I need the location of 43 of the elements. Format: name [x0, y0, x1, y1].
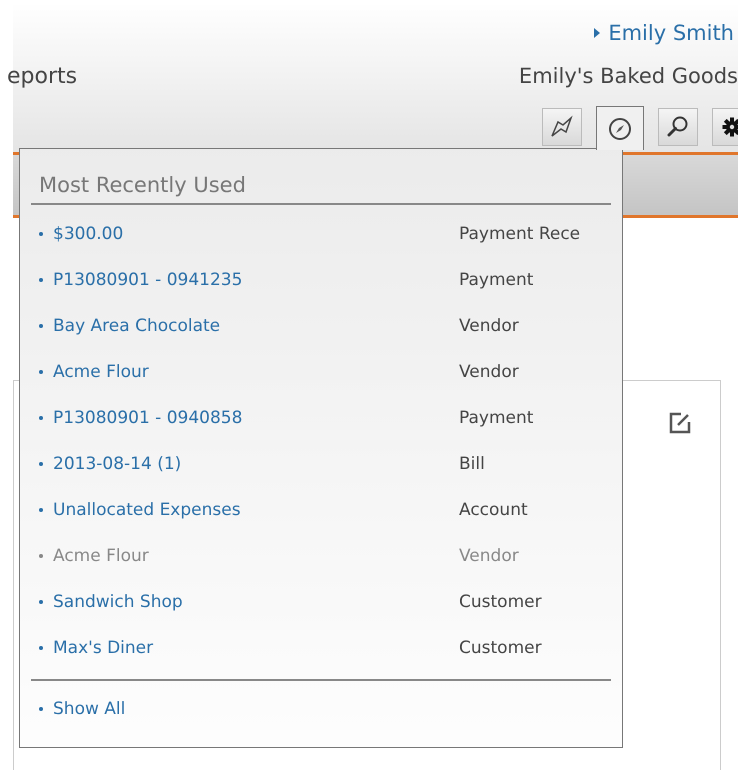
item-type: Payment	[459, 408, 534, 428]
caret-icon	[594, 28, 600, 38]
recent-item-link[interactable]: $300.00	[39, 224, 459, 244]
recent-item-link[interactable]: Bay Area Chocolate	[39, 316, 459, 336]
item-type: Vendor	[459, 316, 520, 336]
recent-item-link[interactable]: P13080901 - 0941235	[39, 270, 459, 290]
nav-tab[interactable]: eports	[7, 64, 78, 88]
show-all-link[interactable]: Show All	[39, 699, 611, 719]
settings-icon	[721, 116, 738, 138]
item-type: Payment Rece	[459, 224, 582, 244]
bullet-icon	[39, 707, 43, 711]
item-type: Vendor	[459, 546, 520, 566]
bullet-icon	[39, 232, 43, 236]
item-type: Customer	[459, 592, 543, 612]
recent-item-link[interactable]: P13080901 - 0940858	[39, 408, 459, 428]
bullet-icon	[39, 278, 43, 282]
menu-title: Most Recently Used	[31, 169, 611, 205]
recent-item-link[interactable]: Unallocated Expenses	[39, 500, 459, 520]
item-type: Vendor	[459, 362, 520, 382]
recent-item-link[interactable]: Sandwich Shop	[39, 592, 459, 612]
bullet-icon	[39, 370, 43, 374]
bullet-icon	[39, 646, 43, 650]
item-type: Customer	[459, 638, 543, 658]
company-name: Emily's Baked Goods	[518, 64, 738, 88]
bullet-icon	[39, 554, 43, 558]
item-type: Bill	[459, 454, 486, 474]
user-link[interactable]: Emily Smith	[594, 18, 734, 48]
bullet-icon	[39, 600, 43, 604]
recent-item-link[interactable]: 2013-08-14 (1)	[39, 454, 459, 474]
recent-item-link[interactable]: Max's Diner	[39, 638, 459, 658]
recent-item-link[interactable]: Acme Flour	[39, 546, 459, 566]
toolbar-button[interactable]	[658, 108, 698, 146]
toolbar-button[interactable]	[596, 106, 644, 150]
compass-icon	[607, 116, 633, 142]
bullet-icon	[39, 508, 43, 512]
toolbar-button[interactable]	[542, 108, 582, 146]
bullet-icon	[39, 324, 43, 328]
bullet-icon	[39, 462, 43, 466]
edit-icon	[668, 411, 692, 435]
recent-item-link[interactable]: Acme Flour	[39, 362, 459, 382]
bullet-icon	[39, 416, 43, 420]
item-type: Account	[459, 500, 529, 520]
item-type: Payment	[459, 270, 534, 290]
